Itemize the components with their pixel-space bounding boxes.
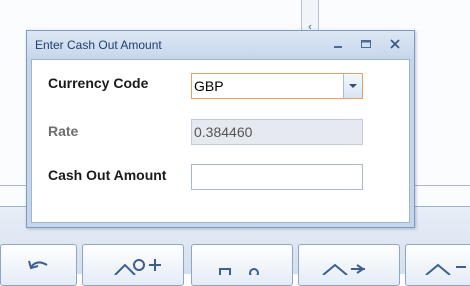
chevron-down-icon — [349, 84, 357, 88]
currency-dropdown-button[interactable] — [343, 74, 362, 98]
currency-code-select[interactable]: GBP — [191, 73, 363, 99]
rate-field: 0.384460 — [191, 119, 363, 145]
cash-out-amount-input[interactable] — [191, 164, 363, 190]
currency-code-label: Currency Code — [48, 75, 149, 91]
dialog-titlebar[interactable]: Enter Cash Out Amount — [27, 31, 414, 57]
cash-out-amount-label: Cash Out Amount — [48, 167, 167, 183]
restore-icon — [361, 40, 371, 48]
close-icon — [390, 39, 400, 49]
restore-button[interactable] — [357, 35, 375, 53]
id-card-icon — [219, 268, 259, 275]
add-user-icon — [114, 259, 161, 275]
bank-icon — [322, 263, 365, 275]
bank-transfer-button[interactable] — [298, 244, 400, 286]
exchange-icon — [425, 263, 466, 275]
background-scrollbar[interactable] — [301, 0, 319, 32]
more-actions-button[interactable] — [405, 244, 470, 286]
dialog-body: Currency Code GBP Rate 0.384460 Cash Out… — [31, 59, 410, 223]
rate-value: 0.384460 — [194, 124, 253, 140]
add-customer-button[interactable] — [82, 244, 184, 286]
dialog-title: Enter Cash Out Amount — [35, 38, 162, 52]
minimize-icon — [334, 46, 342, 48]
rate-label: Rate — [48, 123, 79, 139]
minimize-button[interactable] — [329, 35, 347, 53]
customer-card-button[interactable] — [191, 244, 293, 286]
close-button[interactable] — [386, 35, 404, 53]
undo-button[interactable] — [0, 244, 77, 286]
undo-icon — [28, 260, 48, 270]
scroll-arrow-icon — [308, 24, 312, 30]
currency-code-value: GBP — [194, 78, 224, 94]
cash-out-dialog: Enter Cash Out Amount Currency Code GBP — [26, 30, 415, 228]
